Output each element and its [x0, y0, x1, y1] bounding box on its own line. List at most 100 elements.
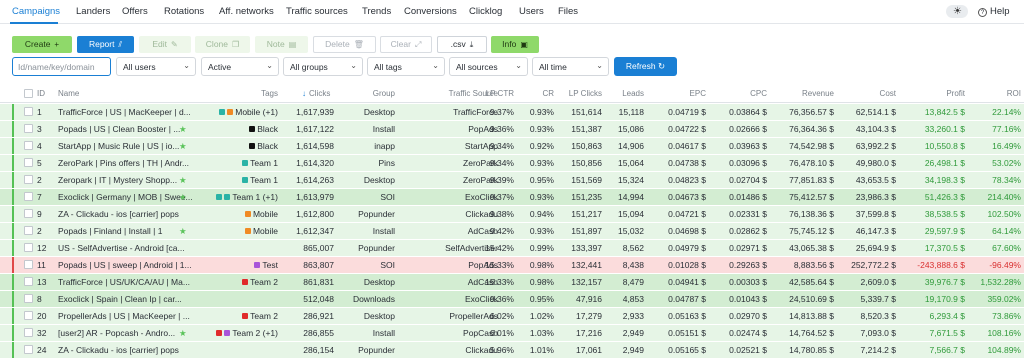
tab-users[interactable]: Users: [519, 6, 544, 17]
edit-button[interactable]: Edit ✎: [139, 36, 191, 53]
row-checkbox[interactable]: [24, 141, 33, 150]
table-row[interactable]: 9 ZA - Clickadu - ios [carrier] pops 1,612…: [0, 206, 1024, 222]
tab-aff-networks[interactable]: Aff. networks: [219, 6, 274, 17]
cell-name[interactable]: Popads | US | sweep | Android | 1...: [58, 260, 208, 270]
col-roi[interactable]: ROI: [975, 89, 1021, 98]
tab-rotations[interactable]: Rotations: [164, 6, 204, 17]
table-row[interactable]: 5 ZeroPark | Pins offers | TH | Andr... 1,…: [0, 155, 1024, 171]
cell-name[interactable]: Exoclick | Spain | Clean Ip | car...: [58, 294, 208, 304]
favorite-star-icon[interactable]: ★: [179, 141, 187, 152]
clone-button[interactable]: Clone ❐: [195, 36, 250, 53]
table-row[interactable]: 1 TrafficForce | US | MacKeeper | d... 1,6…: [0, 104, 1024, 120]
favorite-star-icon[interactable]: ★: [179, 175, 187, 186]
cell-tags[interactable]: Mobile: [200, 209, 278, 219]
col-cost[interactable]: Cost: [850, 89, 896, 98]
favorite-star-icon[interactable]: ★: [179, 124, 187, 135]
users-select[interactable]: All users ⌄: [116, 57, 196, 76]
info-button[interactable]: Info ▣: [491, 36, 539, 53]
row-checkbox[interactable]: [24, 260, 33, 269]
cell-name[interactable]: PropellerAds | US | MacKeeper | ...: [58, 311, 208, 321]
cell-tags[interactable]: Black: [200, 124, 278, 134]
table-row[interactable]: 4 StartApp | Music Rule | US | io... ★ 1,61…: [0, 138, 1024, 154]
table-row[interactable]: 12 US - SelfAdvertise - Android [ca... 865…: [0, 240, 1024, 256]
theme-toggle[interactable]: ☀: [946, 5, 968, 18]
cell-tags[interactable]: Team 1 (+1): [200, 192, 278, 202]
cell-tags[interactable]: Team 2: [200, 277, 278, 287]
groups-select[interactable]: All groups ⌄: [283, 57, 363, 76]
cell-tags[interactable]: Black: [200, 141, 278, 151]
tab-files[interactable]: Files: [558, 6, 578, 17]
delete-button[interactable]: Delete 🗑: [313, 36, 376, 53]
row-checkbox[interactable]: [24, 311, 33, 320]
table-row[interactable]: 8 Exoclick | Spain | Clean Ip | car... 512…: [0, 291, 1024, 307]
row-checkbox[interactable]: [24, 107, 33, 116]
status-select[interactable]: Active ⌄: [201, 57, 279, 76]
create-button[interactable]: Create +: [12, 36, 72, 53]
refresh-button[interactable]: Refresh ↻: [614, 57, 677, 76]
col-leads[interactable]: Leads: [604, 89, 644, 98]
row-checkbox[interactable]: [24, 209, 33, 218]
favorite-star-icon[interactable]: ★: [179, 192, 187, 203]
tab-campaigns[interactable]: Campaigns: [12, 6, 60, 17]
row-checkbox[interactable]: [24, 328, 33, 337]
table-row[interactable]: 13 TrafficForce | US/UK/CA/AU | Ma... 861,…: [0, 274, 1024, 290]
tags-select[interactable]: All tags ⌄: [367, 57, 445, 76]
row-checkbox[interactable]: [24, 226, 33, 235]
col-profit[interactable]: Profit: [915, 89, 965, 98]
favorite-star-icon[interactable]: ★: [179, 328, 187, 339]
col-lp-clicks[interactable]: LP Clicks: [556, 89, 602, 98]
row-checkbox[interactable]: [24, 158, 33, 167]
report-button[interactable]: Report ⫽: [77, 36, 134, 53]
col-revenue[interactable]: Revenue: [782, 89, 834, 98]
row-checkbox[interactable]: [24, 175, 33, 184]
cell-name[interactable]: ZA - Clickadu - ios [carrier] pops: [58, 345, 208, 355]
favorite-star-icon[interactable]: ★: [179, 226, 187, 237]
tab-trends[interactable]: Trends: [362, 6, 391, 17]
note-button[interactable]: Note ▤: [255, 36, 308, 53]
row-checkbox[interactable]: [24, 192, 33, 201]
time-select[interactable]: All time ⌄: [532, 57, 609, 76]
col-epc[interactable]: EPC: [664, 89, 706, 98]
csv-export-button[interactable]: .csv ⤓: [437, 36, 487, 53]
row-checkbox[interactable]: [24, 243, 33, 252]
cell-tags[interactable]: Team 2: [200, 311, 278, 321]
help-link[interactable]: ? Help: [978, 6, 1010, 17]
select-all-checkbox[interactable]: [24, 89, 33, 98]
cell-name[interactable]: TrafficForce | US/UK/CA/AU | Ma...: [58, 277, 208, 287]
row-checkbox[interactable]: [24, 124, 33, 133]
table-row[interactable]: 32 [user2] AR - Popcash - Andro... ★ 286,85…: [0, 325, 1024, 341]
cell-name[interactable]: TrafficForce | US | MacKeeper | d...: [58, 107, 208, 117]
col-group[interactable]: Group: [355, 89, 395, 98]
cell-name[interactable]: US - SelfAdvertise - Android [ca...: [58, 243, 208, 253]
table-row[interactable]: 2 Zeropark | IT | Mystery Shopp... ★ 1,614,…: [0, 172, 1024, 188]
col-cr[interactable]: CR: [520, 89, 554, 98]
cell-tags[interactable]: Team 1: [200, 175, 278, 185]
table-row[interactable]: 11 Popads | US | sweep | Android | 1... 86…: [0, 257, 1024, 273]
tab-offers[interactable]: Offers: [122, 6, 148, 17]
col-lp-ctr[interactable]: LP CTR: [470, 89, 514, 98]
row-checkbox[interactable]: [24, 345, 33, 354]
cell-name[interactable]: ZeroPark | Pins offers | TH | Andr...: [58, 158, 208, 168]
cell-tags[interactable]: Team 1: [200, 158, 278, 168]
col-clicks[interactable]: ↓ Clicks: [302, 89, 330, 98]
tab-landers[interactable]: Landers: [76, 6, 110, 17]
table-row[interactable]: 2 Popads | Finland | Install | 1 ★ 1,612,34…: [0, 223, 1024, 239]
cell-name[interactable]: ZA - Clickadu - ios [carrier] pops: [58, 209, 208, 219]
sources-select[interactable]: All sources ⌄: [449, 57, 528, 76]
cell-tags[interactable]: Mobile (+1): [200, 107, 278, 117]
tab-conversions[interactable]: Conversions: [404, 6, 457, 17]
row-checkbox[interactable]: [24, 294, 33, 303]
cell-tags[interactable]: Test: [200, 260, 278, 270]
table-row[interactable]: 7 Exoclick | Germany | MOB | Swee... ★ 1,61…: [0, 189, 1024, 205]
search-input[interactable]: Id/name/key/domain: [12, 57, 111, 76]
row-checkbox[interactable]: [24, 277, 33, 286]
col-name[interactable]: Name: [58, 89, 79, 98]
table-row[interactable]: 20 PropellerAds | US | MacKeeper | ... 286…: [0, 308, 1024, 324]
cell-tags[interactable]: Mobile: [200, 226, 278, 236]
table-row[interactable]: 3 Popads | US | Clean Booster | ... ★ 1,617…: [0, 121, 1024, 137]
tab-traffic-sources[interactable]: Traffic sources: [286, 6, 348, 17]
cell-tags[interactable]: Team 2 (+1): [200, 328, 278, 338]
clear-button[interactable]: Clear ⤢: [380, 36, 432, 53]
col-cpc[interactable]: CPC: [724, 89, 767, 98]
col-tags[interactable]: Tags: [228, 89, 278, 98]
